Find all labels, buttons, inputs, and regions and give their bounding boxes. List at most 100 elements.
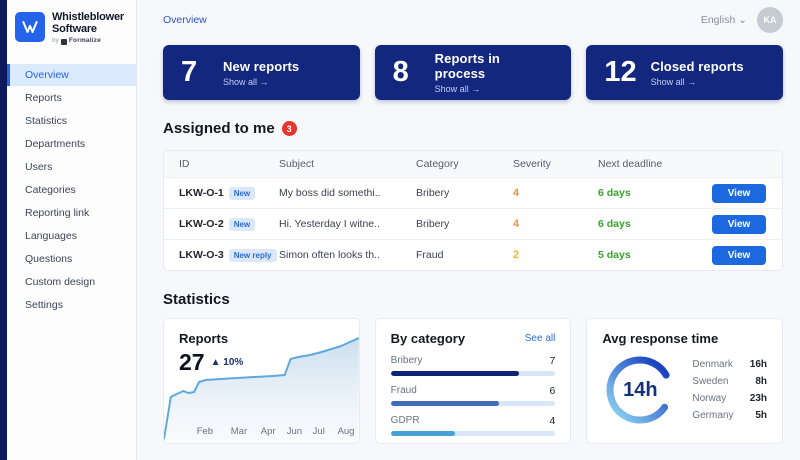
reports-chart-card: Reports 27 ▲ 10% (163, 318, 360, 444)
report-deadline: 6 days (598, 218, 712, 230)
see-all-link[interactable]: See all (525, 333, 556, 344)
country-value: 23h (750, 393, 767, 404)
country-value: 8h (755, 376, 767, 387)
category-label: Bribery (391, 355, 423, 367)
legend-row: Germany 5h (692, 410, 767, 421)
report-subject: Hi. Yesterday I witne.. (279, 218, 416, 230)
sidebar-item-custom-design[interactable]: Custom design (7, 271, 136, 293)
legend-row: Norway 23h (692, 393, 767, 404)
stat-card-closed-reports: 12 Closed reports Show all → (586, 45, 783, 100)
breadcrumb[interactable]: Overview (163, 14, 207, 26)
sidebar-item-reports[interactable]: Reports (7, 87, 136, 109)
response-legend: Denmark 16h Sweden 8h Norway 23h Germa (692, 359, 767, 421)
by-category-card: By category See all Bribery 7 Fraud 6 (375, 318, 572, 444)
view-button[interactable]: View (712, 246, 766, 265)
report-id-text: LKW-O-3 (179, 249, 224, 261)
closed-count: 12 (604, 56, 636, 89)
report-id-text: LKW-O-1 (179, 187, 224, 199)
col-severity: Severity (513, 158, 598, 170)
report-id: LKW-O-2 New (179, 218, 279, 231)
sidebar-item-statistics[interactable]: Statistics (7, 110, 136, 132)
report-severity: 4 (513, 218, 598, 230)
avatar[interactable]: KA (757, 7, 783, 33)
avg-response-title: Avg response time (602, 331, 767, 346)
bar-fill-fraud (391, 401, 500, 406)
sidebar-item-users[interactable]: Users (7, 156, 136, 178)
table-row: LKW-O-3 New reply Simon often looks th..… (164, 239, 782, 270)
assigned-section-header: Assigned to me 3 (163, 120, 783, 137)
sidebar-item-languages[interactable]: Languages (7, 225, 136, 247)
statistics-cards-row: Reports 27 ▲ 10% (163, 318, 783, 444)
col-deadline: Next deadline (598, 158, 712, 170)
brand-name-line1: Whistleblower (52, 12, 124, 24)
sidebar-item-overview[interactable]: Overview (7, 64, 136, 86)
country-label: Sweden (692, 376, 728, 387)
category-value: 4 (550, 415, 556, 427)
stat-card-row: 7 New reports Show all → 8 Reports in pr… (163, 45, 783, 100)
trend-up-indicator: ▲ 10% (211, 357, 244, 368)
brand-byline: by Formalize (52, 38, 124, 45)
assigned-title: Assigned to me (163, 120, 275, 137)
bar-track (391, 401, 556, 406)
sidebar: Whistleblower Software by Formalize Over… (7, 0, 137, 460)
sidebar-item-questions[interactable]: Questions (7, 248, 136, 270)
country-label: Norway (692, 393, 726, 404)
bar-fill-gdpr (391, 431, 455, 436)
report-category: Bribery (416, 187, 513, 199)
bar-track (391, 371, 556, 376)
sidebar-item-categories[interactable]: Categories (7, 179, 136, 201)
table-row: LKW-O-2 New Hi. Yesterday I witne.. Brib… (164, 208, 782, 239)
new-reports-count: 7 (181, 56, 209, 89)
col-id: ID (179, 158, 279, 170)
category-value: 7 (550, 355, 556, 367)
status-tag: New (229, 218, 255, 231)
report-deadline: 6 days (598, 187, 712, 199)
category-bar-item: GDPR 4 (391, 415, 556, 436)
response-donut-chart: 14h (602, 352, 678, 428)
legend-row: Denmark 16h (692, 359, 767, 370)
report-severity: 2 (513, 249, 598, 261)
closed-show-all-link[interactable]: Show all → (651, 77, 744, 87)
country-value: 16h (750, 359, 767, 370)
table-row: LKW-O-1 New My boss did somethi.. Briber… (164, 177, 782, 208)
report-id: LKW-O-1 New (179, 187, 279, 200)
language-selector[interactable]: English ⌄ (701, 14, 747, 26)
brand-name-line2: Software (52, 24, 124, 36)
country-label: Germany (692, 410, 733, 421)
sidebar-nav: Overview Reports Statistics Departments … (7, 63, 136, 317)
axis-label-aug: Aug (338, 426, 355, 437)
assigned-count-badge: 3 (282, 121, 297, 136)
axis-label-apr: Apr (261, 426, 276, 437)
category-bar-item: Fraud 6 (391, 385, 556, 406)
col-subject: Subject (279, 158, 416, 170)
status-tag: New reply (229, 249, 277, 262)
avg-response-card: Avg response time 14h (586, 318, 783, 444)
brand-text: Whistleblower Software by Formalize (52, 12, 124, 45)
sidebar-item-departments[interactable]: Departments (7, 133, 136, 155)
stat-card-new-reports: 7 New reports Show all → (163, 45, 360, 100)
assigned-table: ID Subject Category Severity Next deadli… (163, 150, 783, 271)
whistleblower-logo-icon (15, 12, 45, 42)
axis-label-feb: Feb (197, 426, 213, 437)
category-label: Fraud (391, 385, 417, 397)
report-category: Bribery (416, 218, 513, 230)
country-label: Denmark (692, 359, 733, 370)
in-process-show-all-link[interactable]: Show all → (435, 84, 554, 94)
report-id-text: LKW-O-2 (179, 218, 224, 230)
formalize-name: Formalize (69, 38, 101, 45)
view-button[interactable]: View (712, 184, 766, 203)
category-label: GDPR (391, 415, 420, 427)
axis-label-jul: Jul (313, 426, 325, 437)
view-button[interactable]: View (712, 215, 766, 234)
report-category: Fraud (416, 249, 513, 261)
sidebar-item-settings[interactable]: Settings (7, 294, 136, 316)
report-subject: Simon often looks th.. (279, 249, 416, 261)
category-value: 6 (550, 385, 556, 397)
closed-label: Closed reports (651, 59, 744, 74)
x-axis-labels: Feb Mar Apr Jun Jul Aug (164, 426, 359, 438)
sidebar-item-reporting-link[interactable]: Reporting link (7, 202, 136, 224)
by-label: by (52, 38, 59, 45)
category-bar-item: Bribery 7 (391, 355, 556, 376)
table-header-row: ID Subject Category Severity Next deadli… (164, 151, 782, 177)
new-reports-show-all-link[interactable]: Show all → (223, 77, 299, 87)
